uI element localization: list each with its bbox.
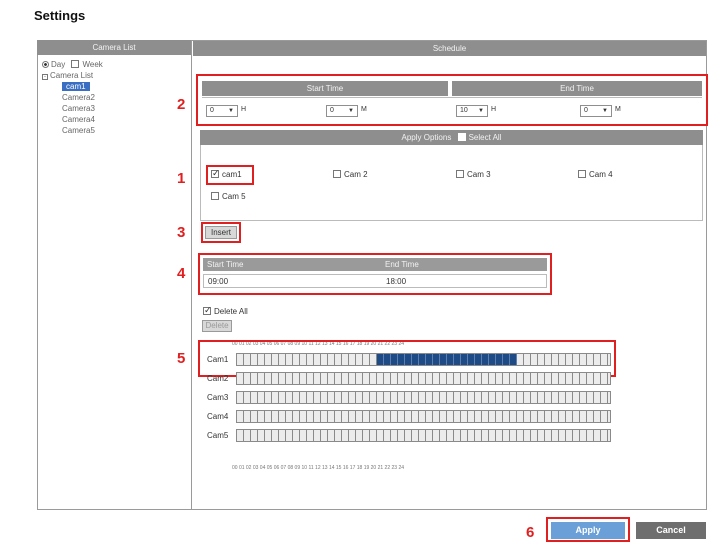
- schedule-table-header: Start Time End Time: [203, 258, 547, 271]
- page-title: Settings: [34, 8, 86, 23]
- tree-item-camera2[interactable]: Camera2: [62, 92, 191, 103]
- cam2-option[interactable]: Cam 2: [333, 170, 368, 179]
- delete-button[interactable]: Delete: [202, 320, 232, 332]
- delete-all-option[interactable]: Delete All: [203, 305, 248, 316]
- tree-root: Camera List: [50, 71, 94, 80]
- start-minute-unit: M: [361, 106, 367, 113]
- end-minute-unit: M: [615, 106, 621, 113]
- camera-list-panel: Camera List Day Week - Camera List cam1 C…: [37, 40, 192, 510]
- start-hour-select[interactable]: 0 ▼: [206, 105, 238, 117]
- start-time-header: Start Time: [202, 81, 448, 96]
- apply-options-bar: Apply Options Select All: [200, 130, 703, 145]
- cam5-option[interactable]: Cam 5: [211, 192, 246, 201]
- grid-row-label-cam1: Cam1: [207, 355, 229, 364]
- day-radio[interactable]: [42, 61, 49, 68]
- end-minute-select[interactable]: 0 ▼: [580, 105, 612, 117]
- week-label: Week: [82, 60, 103, 69]
- grid-row-label-cam5: Cam5: [207, 431, 229, 440]
- schedule-header: Schedule: [193, 41, 706, 56]
- schedule-grid-row-cam2[interactable]: [236, 372, 611, 385]
- schedule-table-row[interactable]: 09:00 18:00: [203, 274, 547, 288]
- end-hour-select[interactable]: 10 ▼: [456, 105, 488, 117]
- cam1-option[interactable]: cam1: [211, 168, 242, 179]
- grid-row-label-cam4: Cam4: [207, 412, 229, 421]
- end-time-header: End Time: [452, 81, 702, 96]
- start-hour-unit: H: [241, 106, 247, 113]
- tree-item-camera3[interactable]: Camera3: [62, 103, 191, 114]
- step-1-label: 1: [177, 170, 186, 187]
- insert-button[interactable]: Insert: [205, 226, 237, 239]
- step-4-label: 4: [177, 265, 186, 282]
- apply-button[interactable]: Apply: [551, 522, 625, 539]
- table-end-time-header: End Time: [385, 260, 419, 269]
- select-all-label: Select All: [468, 133, 502, 142]
- row-end-time: 18:00: [386, 277, 407, 286]
- schedule-grid-row-cam4[interactable]: [236, 410, 611, 423]
- table-start-time-header: Start Time: [207, 260, 244, 269]
- cam3-option[interactable]: Cam 3: [456, 170, 491, 179]
- step-6-label: 6: [526, 524, 535, 541]
- step-3-label: 3: [177, 224, 186, 241]
- schedule-grid-row-cam5[interactable]: [236, 429, 611, 442]
- start-minute-select[interactable]: 0 ▼: [326, 105, 358, 117]
- grid-row-label-cam2: Cam2: [207, 374, 229, 383]
- select-all-checkbox[interactable]: [457, 133, 466, 141]
- cancel-button[interactable]: Cancel: [636, 522, 706, 539]
- apply-options-panel: [200, 145, 703, 221]
- camera-list-header: Camera List: [37, 40, 191, 55]
- tree-item-camera4[interactable]: Camera4: [62, 114, 191, 125]
- scheduled-block[interactable]: [376, 354, 517, 365]
- grid-row-label-cam3: Cam3: [207, 393, 229, 402]
- time-range-box: Start Time End Time 0 ▼ H 0 ▼ M 10 ▼ H 0 ▼ M: [196, 74, 708, 126]
- apply-options-label: Apply Options: [401, 133, 452, 142]
- end-hour-unit: H: [491, 106, 497, 113]
- step-2-label: 2: [177, 96, 186, 113]
- row-start-time: 09:00: [208, 277, 229, 286]
- week-radio[interactable]: [71, 60, 80, 68]
- cam4-option[interactable]: Cam 4: [578, 170, 613, 179]
- tree-item-cam1[interactable]: cam1: [62, 81, 191, 92]
- grid-hours-bottom: 00 01 02 03 04 05 06 07 08 09 10 11 12 1…: [232, 465, 405, 471]
- step-5-label: 5: [177, 350, 186, 367]
- day-label: Day: [51, 60, 66, 69]
- tree-item-camera5[interactable]: Camera5: [62, 125, 191, 136]
- schedule-grid-row-cam3[interactable]: [236, 391, 611, 404]
- collapse-icon[interactable]: -: [42, 74, 48, 80]
